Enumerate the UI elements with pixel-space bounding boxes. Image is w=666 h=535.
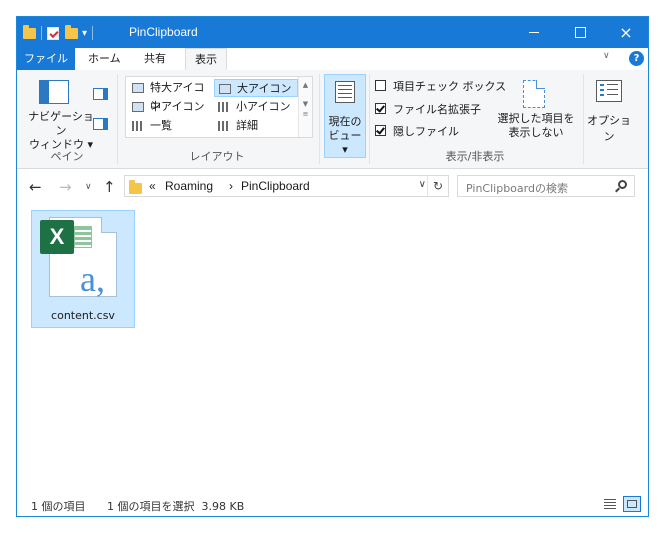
folder-icon	[129, 180, 142, 194]
separator	[41, 26, 42, 40]
file-extensions-checkbox[interactable]	[375, 103, 386, 114]
up-icon[interactable]: ↑	[103, 178, 116, 196]
new-folder-icon[interactable]	[65, 24, 78, 39]
collapse-ribbon-icon[interactable]: ∨	[603, 51, 610, 61]
layout-item-label: 一覧	[150, 119, 172, 132]
file-name: content.csv	[51, 309, 115, 322]
help-icon[interactable]: ?	[629, 51, 644, 66]
layout-details[interactable]: 詳細	[214, 117, 298, 135]
medium-icons-icon	[132, 102, 144, 112]
layout-item-label: 中アイコン	[150, 100, 205, 113]
title-bar[interactable]: ▾ PinClipboard ×	[17, 17, 648, 48]
address-dropdown-icon[interactable]: ∨	[419, 179, 426, 190]
hide-selected-items-button[interactable]: 選択した項目を 表示しない	[495, 112, 577, 140]
explorer-window: ▾ PinClipboard × ファイル ホーム 共有 表示 ∨ ? ナビゲー…	[16, 16, 649, 517]
breadcrumb-pinclipboard[interactable]: PinClipboard	[241, 179, 310, 193]
hidden-items-checkbox[interactable]	[375, 125, 386, 136]
minimize-icon	[529, 32, 539, 33]
search-box[interactable]: PinClipboardの検索	[457, 175, 635, 197]
ribbon: ナビゲーション ウィンドウ ▾ ペイン 特大アイコン 大アイコン 中アイコン 小…	[17, 70, 648, 169]
group-label-pane: ペイン	[50, 150, 84, 163]
close-icon: ×	[619, 23, 633, 42]
breadcrumb-roaming[interactable]: Roaming	[165, 179, 213, 193]
spreadsheet-grid-icon	[74, 226, 92, 248]
excel-csv-file-icon: X a,	[40, 217, 117, 299]
group-pane: ナビゲーション ウィンドウ ▾ ペイン	[17, 70, 117, 168]
extra-large-icons-icon	[132, 83, 144, 93]
minimize-button[interactable]	[511, 17, 557, 48]
group-layout: 特大アイコン 大アイコン 中アイコン 小アイコン 一覧 詳細 ▲ ▼ ≡ レイアウト	[117, 70, 317, 168]
small-icons-icon	[218, 102, 230, 112]
file-list[interactable]: X a, content.csv	[17, 204, 648, 494]
scroll-down-icon[interactable]: ▼	[299, 100, 312, 108]
window-title: PinClipboard	[129, 25, 198, 39]
address-bar[interactable]: « Roaming › PinClipboard ∨ ↻	[124, 175, 449, 197]
preview-pane-icon[interactable]	[93, 88, 108, 100]
status-bar: 1 個の項目 1 個の項目を選択 3.98 KB	[17, 494, 648, 516]
current-view-button[interactable]: 現在の ビュー ▾	[324, 74, 366, 158]
navigation-bar: ← → ∨ ↑ « Roaming › PinClipboard ∨ ↻ Pin…	[17, 169, 648, 204]
search-input[interactable]: PinClipboardの検索	[466, 180, 568, 196]
scroll-up-icon[interactable]: ▲	[299, 81, 312, 89]
layout-large-icons[interactable]: 大アイコン	[214, 79, 298, 97]
item-checkboxes-checkbox[interactable]	[375, 80, 386, 91]
details-pane-icon[interactable]	[93, 118, 108, 130]
layout-small-icons[interactable]: 小アイコン	[214, 98, 298, 116]
layout-extra-large-icons[interactable]: 特大アイコン	[128, 79, 212, 112]
options-icon	[596, 80, 622, 102]
navigation-pane-button[interactable]: ナビゲーション ウィンドウ ▾	[23, 110, 99, 152]
layout-item-label: 詳細	[236, 119, 258, 132]
navigation-pane-icon	[39, 80, 69, 104]
group-separator	[319, 74, 320, 164]
list-icon	[132, 121, 144, 131]
options-button[interactable]: オプション	[585, 112, 633, 144]
layout-medium-icons[interactable]: 中アイコン	[128, 98, 212, 116]
group-label-show-hide: 表示/非表示	[445, 150, 505, 163]
selection-info: 1 個の項目を選択 3.98 KB	[107, 500, 245, 513]
text-a-icon: a,	[80, 259, 105, 299]
group-label-layout: レイアウト	[189, 150, 245, 163]
layout-list[interactable]: 一覧	[128, 117, 212, 135]
forward-icon[interactable]: →	[59, 178, 72, 196]
quick-access-toolbar: ▾	[23, 24, 98, 42]
layout-gallery-scroll[interactable]: ▲ ▼ ≡	[298, 77, 312, 137]
breadcrumb-overflow[interactable]: «	[149, 179, 156, 193]
layout-item-label: 小アイコン	[236, 100, 291, 113]
item-count: 1 個の項目	[31, 500, 86, 513]
separator	[92, 26, 94, 40]
recent-locations-icon[interactable]: ∨	[85, 182, 92, 192]
page-fold	[101, 217, 117, 233]
ribbon-tab-bar: ファイル ホーム 共有 表示 ∨ ?	[17, 48, 648, 71]
current-view-icon	[335, 81, 355, 103]
customize-qat-icon[interactable]: ▾	[82, 28, 87, 39]
tab-share[interactable]: 共有	[135, 48, 175, 70]
refresh-icon[interactable]: ↻	[427, 176, 448, 196]
current-view-label: 現在の ビュー ▾	[328, 115, 362, 156]
item-checkboxes-label: 項目チェック ボックス	[393, 80, 507, 93]
maximize-icon	[575, 27, 586, 38]
hidden-items-label: 隠しファイル	[393, 125, 459, 138]
properties-icon[interactable]	[47, 26, 59, 40]
file-item[interactable]: X a, content.csv	[31, 210, 135, 328]
hide-selected-items-icon	[523, 80, 545, 108]
details-view-icon[interactable]	[601, 496, 619, 512]
layout-gallery: 特大アイコン 大アイコン 中アイコン 小アイコン 一覧 詳細 ▲ ▼ ≡	[125, 76, 313, 138]
excel-logo-icon: X	[40, 220, 74, 254]
maximize-button[interactable]	[557, 17, 603, 48]
expand-gallery-icon[interactable]: ≡	[299, 110, 312, 118]
large-icons-icon	[219, 84, 231, 94]
tab-home[interactable]: ホーム	[79, 48, 130, 70]
layout-item-label: 大アイコン	[237, 82, 292, 95]
search-icon[interactable]	[618, 180, 627, 189]
tab-file[interactable]: ファイル	[17, 48, 75, 70]
details-icon	[218, 121, 230, 131]
folder-icon	[23, 24, 36, 39]
back-icon[interactable]: ←	[29, 178, 42, 196]
breadcrumb-separator[interactable]: ›	[229, 179, 233, 193]
tab-view[interactable]: 表示	[185, 48, 227, 70]
large-icons-view-icon[interactable]	[623, 496, 641, 512]
group-separator	[583, 74, 584, 164]
file-extensions-label: ファイル名拡張子	[393, 103, 481, 116]
close-button[interactable]: ×	[603, 17, 648, 48]
